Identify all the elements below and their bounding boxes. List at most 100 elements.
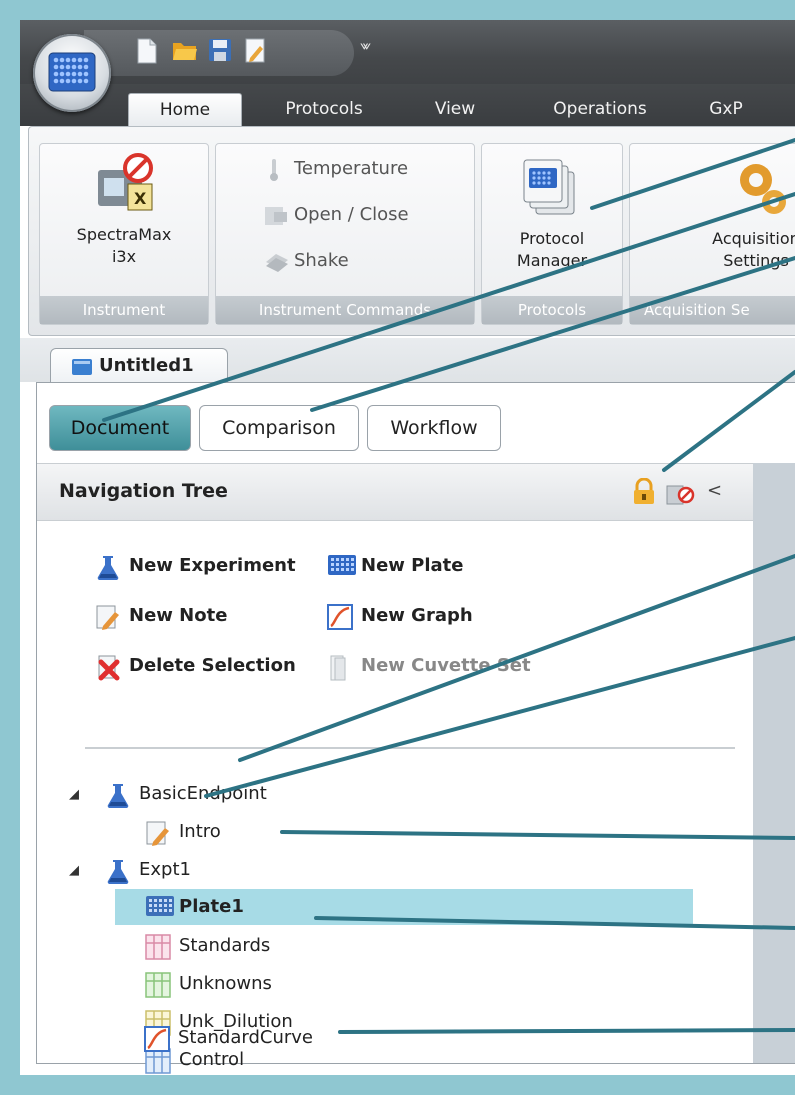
spectramax-label-line2: i3x (111, 247, 137, 266)
app-window: ⩖ Home Protocols View Operations GxP X S… (20, 20, 795, 1075)
tree-label-unknowns: Unknowns (179, 973, 272, 994)
document-tab-label: Untitled1 (99, 355, 194, 376)
screenshot-frame: ⩖ Home Protocols View Operations GxP X S… (0, 0, 795, 1095)
svg-text:X: X (134, 189, 147, 208)
tree-item-unknowns[interactable]: Unknowns (145, 969, 272, 999)
acquisition-settings-label-line1: Acquisition (712, 229, 795, 248)
content-area (753, 463, 795, 1063)
tree-item-basicendpoint[interactable]: BasicEndpoint (107, 779, 267, 809)
tree-label-intro: Intro (179, 821, 221, 842)
document-icon (72, 359, 92, 375)
group-table-pink-icon (145, 934, 171, 960)
temperature-label: Temperature (294, 158, 409, 179)
new-note-button[interactable]: New Note (96, 601, 228, 631)
shake-label: Shake (294, 250, 349, 271)
new-cuvette-set-button[interactable]: New Cuvette Set (330, 651, 531, 681)
thermometer-icon (270, 159, 278, 181)
title-bar: ⩖ (20, 20, 795, 84)
acquisition-settings-button[interactable]: Acquisition Settings (630, 144, 795, 294)
group-instrument: X SpectraMax i3x Instrument (39, 143, 209, 325)
spectramax-label-line1: SpectraMax (76, 225, 172, 244)
tab-document[interactable]: Document (49, 405, 191, 451)
new-file-icon[interactable] (136, 38, 160, 64)
group-protocols: Protocol Manager Protocols (481, 143, 623, 325)
experiment-icon (107, 860, 129, 884)
tab-home[interactable]: Home (128, 93, 242, 126)
tab-operations[interactable]: Operations (540, 93, 660, 125)
tree-item-standardcurve[interactable]: StandardCurve (144, 1023, 313, 1053)
disconnected-instrument-icon[interactable] (665, 478, 695, 510)
tree-item-expt1[interactable]: Expt1 (107, 855, 191, 885)
new-graph-button[interactable]: New Graph (327, 601, 473, 631)
cuvette-icon (330, 655, 346, 681)
ribbon-panel: X SpectraMax i3x Instrument Temperature … (28, 126, 795, 336)
navigation-tree-header: Navigation Tree < (37, 463, 753, 521)
navigation-tree-panel: Navigation Tree < New Experiment New Pla… (37, 463, 753, 1074)
tree-label-standards: Standards (179, 935, 271, 956)
expand-toggle-expt1[interactable]: ◢ (69, 863, 79, 878)
ribbon-tab-row: Home Protocols View Operations GxP (20, 84, 795, 126)
open-folder-icon[interactable] (172, 38, 197, 64)
open-close-button[interactable]: Open / Close (265, 200, 409, 230)
tree-item-plate1[interactable]: Plate1 (146, 892, 244, 922)
tab-comparison[interactable]: Comparison (199, 405, 359, 451)
protocol-manager-label-line1: Protocol (519, 229, 585, 248)
application-menu-button[interactable] (33, 34, 111, 112)
tab-workflow[interactable]: Workflow (367, 405, 501, 451)
customize-toolbar-icon[interactable]: ⩖ (360, 38, 371, 54)
lock-icon[interactable] (631, 477, 657, 510)
delete-icon (98, 655, 120, 681)
edit-document-icon[interactable] (244, 38, 268, 64)
new-cuvette-set-label: New Cuvette Set (361, 655, 531, 676)
gears-icon (740, 164, 786, 214)
new-note-label: New Note (129, 605, 228, 626)
acquisition-settings-label-line2: Settings (723, 251, 789, 270)
tree-label-basicendpoint: BasicEndpoint (139, 783, 267, 804)
group-label-instrument-commands: Instrument Commands (216, 296, 474, 324)
collapse-panel-icon[interactable]: < (707, 480, 722, 501)
group-label-protocols: Protocols (482, 296, 622, 324)
new-plate-label: New Plate (361, 555, 464, 576)
save-icon[interactable] (208, 38, 232, 64)
commands-divider (85, 747, 735, 749)
new-plate-button[interactable]: New Plate (328, 551, 464, 581)
temperature-button[interactable]: Temperature (270, 154, 409, 184)
group-acquisition: Acquisition Settings Acquisition Se (629, 143, 795, 325)
tab-protocols[interactable]: Protocols (264, 93, 384, 125)
tab-gxp[interactable]: GxP (696, 93, 756, 125)
open-close-label: Open / Close (294, 204, 409, 225)
spectramax-button[interactable]: X SpectraMax i3x (40, 144, 208, 294)
shake-icon (266, 254, 288, 272)
tab-view[interactable]: View (420, 93, 490, 125)
tree-label-plate1: Plate1 (179, 896, 244, 917)
new-graph-label: New Graph (361, 605, 473, 626)
tree-label-expt1: Expt1 (139, 859, 191, 880)
new-experiment-label: New Experiment (129, 555, 296, 576)
tree-label-standardcurve: StandardCurve (178, 1027, 313, 1048)
document-tab-bar: Untitled1 (20, 338, 795, 383)
graph-icon (327, 604, 353, 630)
navigation-tree-title: Navigation Tree (59, 480, 228, 502)
new-experiment-button[interactable]: New Experiment (97, 551, 296, 581)
tree-item-intro[interactable]: Intro (146, 817, 221, 847)
group-instrument-commands: Temperature Open / Close Shake Instrumen… (215, 143, 475, 325)
tree-item-standards[interactable]: Standards (145, 931, 271, 961)
document-workspace: Document Comparison Workflow Navigation … (36, 382, 795, 1074)
experiment-icon (107, 784, 129, 808)
beaker-icon (97, 556, 119, 580)
group-table-green-icon (145, 972, 171, 998)
graph-icon (144, 1026, 170, 1052)
expand-toggle-basicendpoint[interactable]: ◢ (69, 787, 79, 802)
open-close-icon (265, 207, 287, 225)
document-tab-untitled1[interactable]: Untitled1 (50, 348, 228, 383)
protocol-manager-label-line2: Manager (516, 251, 588, 270)
group-label-acquisition: Acquisition Se (630, 296, 795, 324)
quick-access-toolbar (84, 30, 354, 76)
instrument-disconnected-icon: X (98, 153, 153, 211)
shake-button[interactable]: Shake (266, 246, 349, 276)
delete-selection-label: Delete Selection (129, 655, 296, 676)
protocol-manager-button[interactable]: Protocol Manager (482, 144, 622, 294)
delete-selection-button[interactable]: Delete Selection (98, 651, 296, 681)
note-icon (96, 605, 119, 630)
group-label-instrument: Instrument (40, 296, 208, 324)
